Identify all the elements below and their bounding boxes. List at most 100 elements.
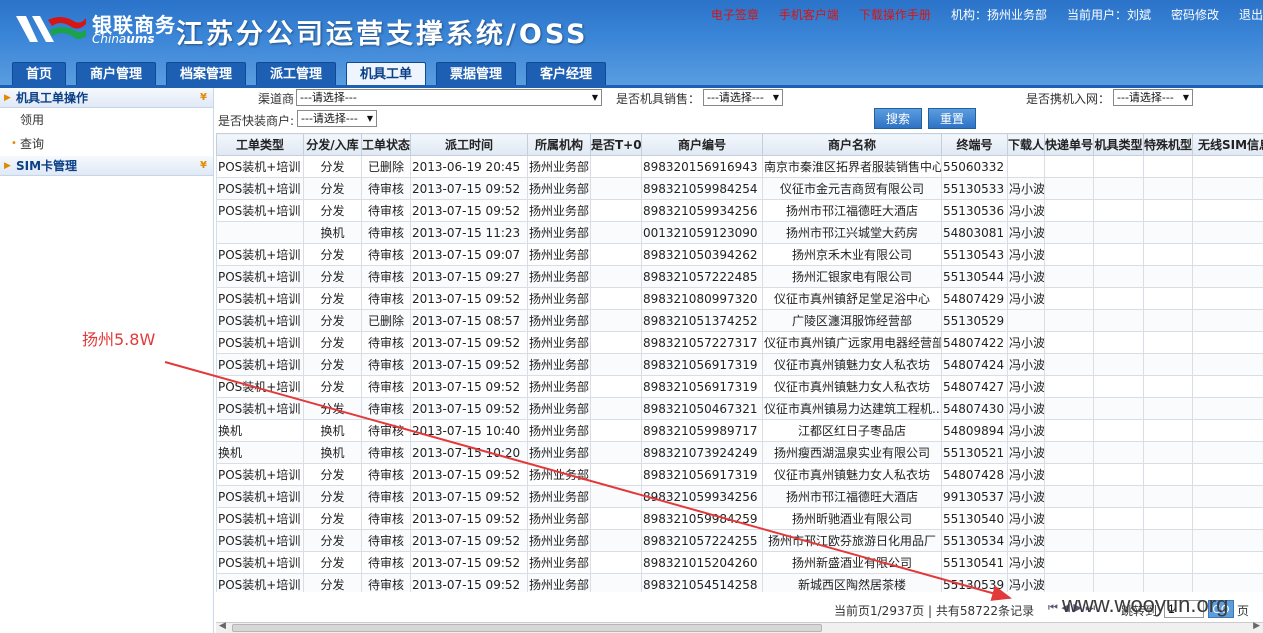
sidebar-group-machine-order[interactable]: ▶ 机具工单操作 ¥ — [0, 88, 213, 108]
quick-merchant-select[interactable]: ---请选择--- ▼ — [297, 110, 377, 127]
table-row[interactable]: POS装机+培训 分发 待审核 2013-07-15 09:52 扬州业务部 898321… — [216, 507, 1263, 530]
dropdown-arrow-icon: ▼ — [366, 114, 373, 123]
table-cell: 2013-07-15 09:52 — [410, 507, 528, 530]
column-header[interactable]: 快递单号 — [1044, 133, 1094, 156]
table-cell: 待审核 — [361, 397, 411, 420]
double-chevron-down-icon: ¥ — [200, 92, 207, 103]
table-row[interactable]: POS装机+培训 分发 待审核 2013-07-15 09:52 扬州业务部 898321… — [216, 551, 1263, 574]
table-row[interactable]: POS装机+培训 分发 待审核 2013-07-15 09:52 扬州业务部 898321… — [216, 463, 1263, 486]
table-row[interactable]: POS装机+培训 分发 待审核 2013-07-15 09:52 扬州业务部 898321… — [216, 573, 1263, 592]
table-cell: 冯小波 — [1007, 441, 1045, 464]
sidebar-group-sim[interactable]: ▶ SIM卡管理 ¥ — [0, 156, 213, 176]
horizontal-scrollbar[interactable]: ◀ ▶ — [216, 621, 1263, 633]
column-header[interactable]: 机具类型 — [1093, 133, 1144, 156]
table-row[interactable]: POS装机+培训 分发 待审核 2013-07-15 09:52 扬州业务部 898321… — [216, 485, 1263, 508]
table-cell — [1093, 243, 1144, 266]
table-cell: 仪征市真州镇舒足堂足浴中心 — [762, 287, 942, 310]
tab-merchant[interactable]: 商户管理 — [76, 62, 156, 86]
scrollbar-thumb[interactable] — [232, 624, 822, 632]
table-cell: 待审核 — [361, 287, 411, 310]
table-cell — [1044, 155, 1094, 178]
table-cell — [590, 287, 642, 310]
column-header[interactable]: 下载人 — [1007, 133, 1045, 156]
column-header[interactable]: 终端号 — [941, 133, 1008, 156]
table-row[interactable]: POS装机+培训 分发 待审核 2013-07-15 09:52 扬州业务部 898321… — [216, 529, 1263, 552]
table-cell — [1143, 265, 1193, 288]
table-cell: 55130533 — [941, 177, 1008, 200]
table-row[interactable]: POS装机+培训 分发 已删除 2013-07-15 08:57 扬州业务部 898321… — [216, 309, 1263, 332]
tab-machine-order[interactable]: 机具工单 — [346, 62, 426, 86]
channel-select[interactable]: ---请选择--- ▼ — [296, 89, 602, 106]
table-cell: POS装机+培训 — [216, 243, 304, 266]
table-row[interactable]: POS装机+培训 分发 待审核 2013-07-15 09:52 扬州业务部 898321… — [216, 331, 1263, 354]
carry-net-select[interactable]: ---请选择--- ▼ — [1113, 89, 1193, 106]
table-row[interactable]: POS装机+培训 分发 待审核 2013-07-15 09:52 扬州业务部 898321… — [216, 353, 1263, 376]
scroll-right-icon[interactable]: ▶ — [1253, 621, 1260, 631]
logout-link[interactable]: 退出 — [1239, 6, 1263, 23]
table-cell — [1044, 529, 1094, 552]
is-sales-select[interactable]: ---请选择--- ▼ — [703, 89, 783, 106]
table-row[interactable]: 换机 待审核 2013-07-15 11:23 扬州业务部 00132105912309… — [216, 221, 1263, 244]
table-cell — [1044, 573, 1094, 592]
table-row[interactable]: POS装机+培训 分发 待审核 2013-07-15 09:07 扬州业务部 898321… — [216, 243, 1263, 266]
column-header[interactable]: 工单类型 — [216, 133, 304, 156]
column-header[interactable]: 工单状态 — [361, 133, 411, 156]
table-cell: 扬州业务部 — [527, 199, 591, 222]
column-header[interactable]: 所属机构 — [527, 133, 591, 156]
tab-receipt[interactable]: 票据管理 — [436, 62, 516, 86]
table-cell — [1143, 463, 1193, 486]
table-cell: 898321059934256 — [641, 485, 763, 508]
download-manual-link[interactable]: 下载操作手册 — [859, 6, 931, 23]
table-cell — [590, 573, 642, 592]
column-header[interactable]: 是否T+0 — [590, 133, 642, 156]
table-cell — [1143, 573, 1193, 592]
table-cell: 扬州业务部 — [527, 243, 591, 266]
table-row[interactable]: POS装机+培训 分发 待审核 2013-07-15 09:52 扬州业务部 898321… — [216, 397, 1263, 420]
tab-account-manager[interactable]: 客户经理 — [526, 62, 606, 86]
table-cell: 2013-07-15 11:23 — [410, 221, 528, 244]
table-row[interactable]: 换机 换机 待审核 2013-07-15 10:20 扬州业务部 898321073924… — [216, 441, 1263, 464]
table-cell: 分发 — [303, 177, 362, 200]
table-row[interactable]: POS装机+培训 分发 待审核 2013-07-15 09:27 扬州业务部 898321… — [216, 265, 1263, 288]
table-cell: 2013-07-15 09:52 — [410, 529, 528, 552]
column-header[interactable]: 商户名称 — [762, 133, 942, 156]
tab-dispatch[interactable]: 派工管理 — [256, 62, 336, 86]
table-row[interactable]: 换机 换机 待审核 2013-07-15 10:40 扬州业务部 898321059989… — [216, 419, 1263, 442]
table-cell: 换机 — [303, 419, 362, 442]
table-row[interactable]: POS装机+培训 分发 已删除 2013-06-19 20:45 扬州业务部 898320… — [216, 155, 1263, 178]
table-cell: 分发 — [303, 199, 362, 222]
current-user-label: 当前用户：刘斌 — [1066, 8, 1151, 22]
table-cell: 54807430 — [941, 397, 1008, 420]
column-header[interactable]: 特殊机型 — [1143, 133, 1193, 156]
table-cell — [1192, 375, 1263, 398]
column-header[interactable]: 分发/入库 — [303, 133, 362, 156]
table-cell: 分发 — [303, 309, 362, 332]
column-header[interactable]: 派工时间 — [410, 133, 528, 156]
table-cell — [590, 353, 642, 376]
table-cell: POS装机+培训 — [216, 199, 304, 222]
tab-archive[interactable]: 档案管理 — [166, 62, 246, 86]
column-header[interactable]: 商户编号 — [641, 133, 763, 156]
table-row[interactable]: POS装机+培训 分发 待审核 2013-07-15 09:52 扬州业务部 898321… — [216, 177, 1263, 200]
dropdown-arrow-icon: ▼ — [1182, 93, 1189, 102]
table-row[interactable]: POS装机+培训 分发 待审核 2013-07-15 09:52 扬州业务部 898321… — [216, 375, 1263, 398]
change-password-link[interactable]: 密码修改 — [1171, 6, 1219, 23]
table-header-row: 工单类型 分发/入库 工单状态 派工时间 所属机构 是否T+0 商户编号 商户名称 终端号 下载人… — [216, 133, 1263, 156]
table-cell — [1192, 507, 1263, 530]
table-cell: 898321050394262 — [641, 243, 763, 266]
table-cell: 898321056917319 — [641, 353, 763, 376]
column-header[interactable]: 无线SIM信息 — [1192, 133, 1263, 156]
sidebar-item-query[interactable]: • 查询 — [0, 132, 213, 156]
search-button[interactable]: 搜索 — [874, 108, 922, 129]
scroll-left-icon[interactable]: ◀ — [219, 621, 226, 631]
reset-button[interactable]: 重置 — [928, 108, 976, 129]
table-cell — [1143, 397, 1193, 420]
tab-home[interactable]: 首页 — [12, 62, 66, 86]
sidebar-item-receive[interactable]: 领用 — [0, 108, 213, 132]
table-row[interactable]: POS装机+培训 分发 待审核 2013-07-15 09:52 扬州业务部 898321… — [216, 199, 1263, 222]
mobile-client-link[interactable]: 手机客户端 — [779, 6, 839, 23]
esign-link[interactable]: 电子签章 — [711, 6, 759, 23]
table-cell: 待审核 — [361, 177, 411, 200]
table-cell: 冯小波 — [1007, 353, 1045, 376]
table-row[interactable]: POS装机+培训 分发 待审核 2013-07-15 09:52 扬州业务部 898321… — [216, 287, 1263, 310]
